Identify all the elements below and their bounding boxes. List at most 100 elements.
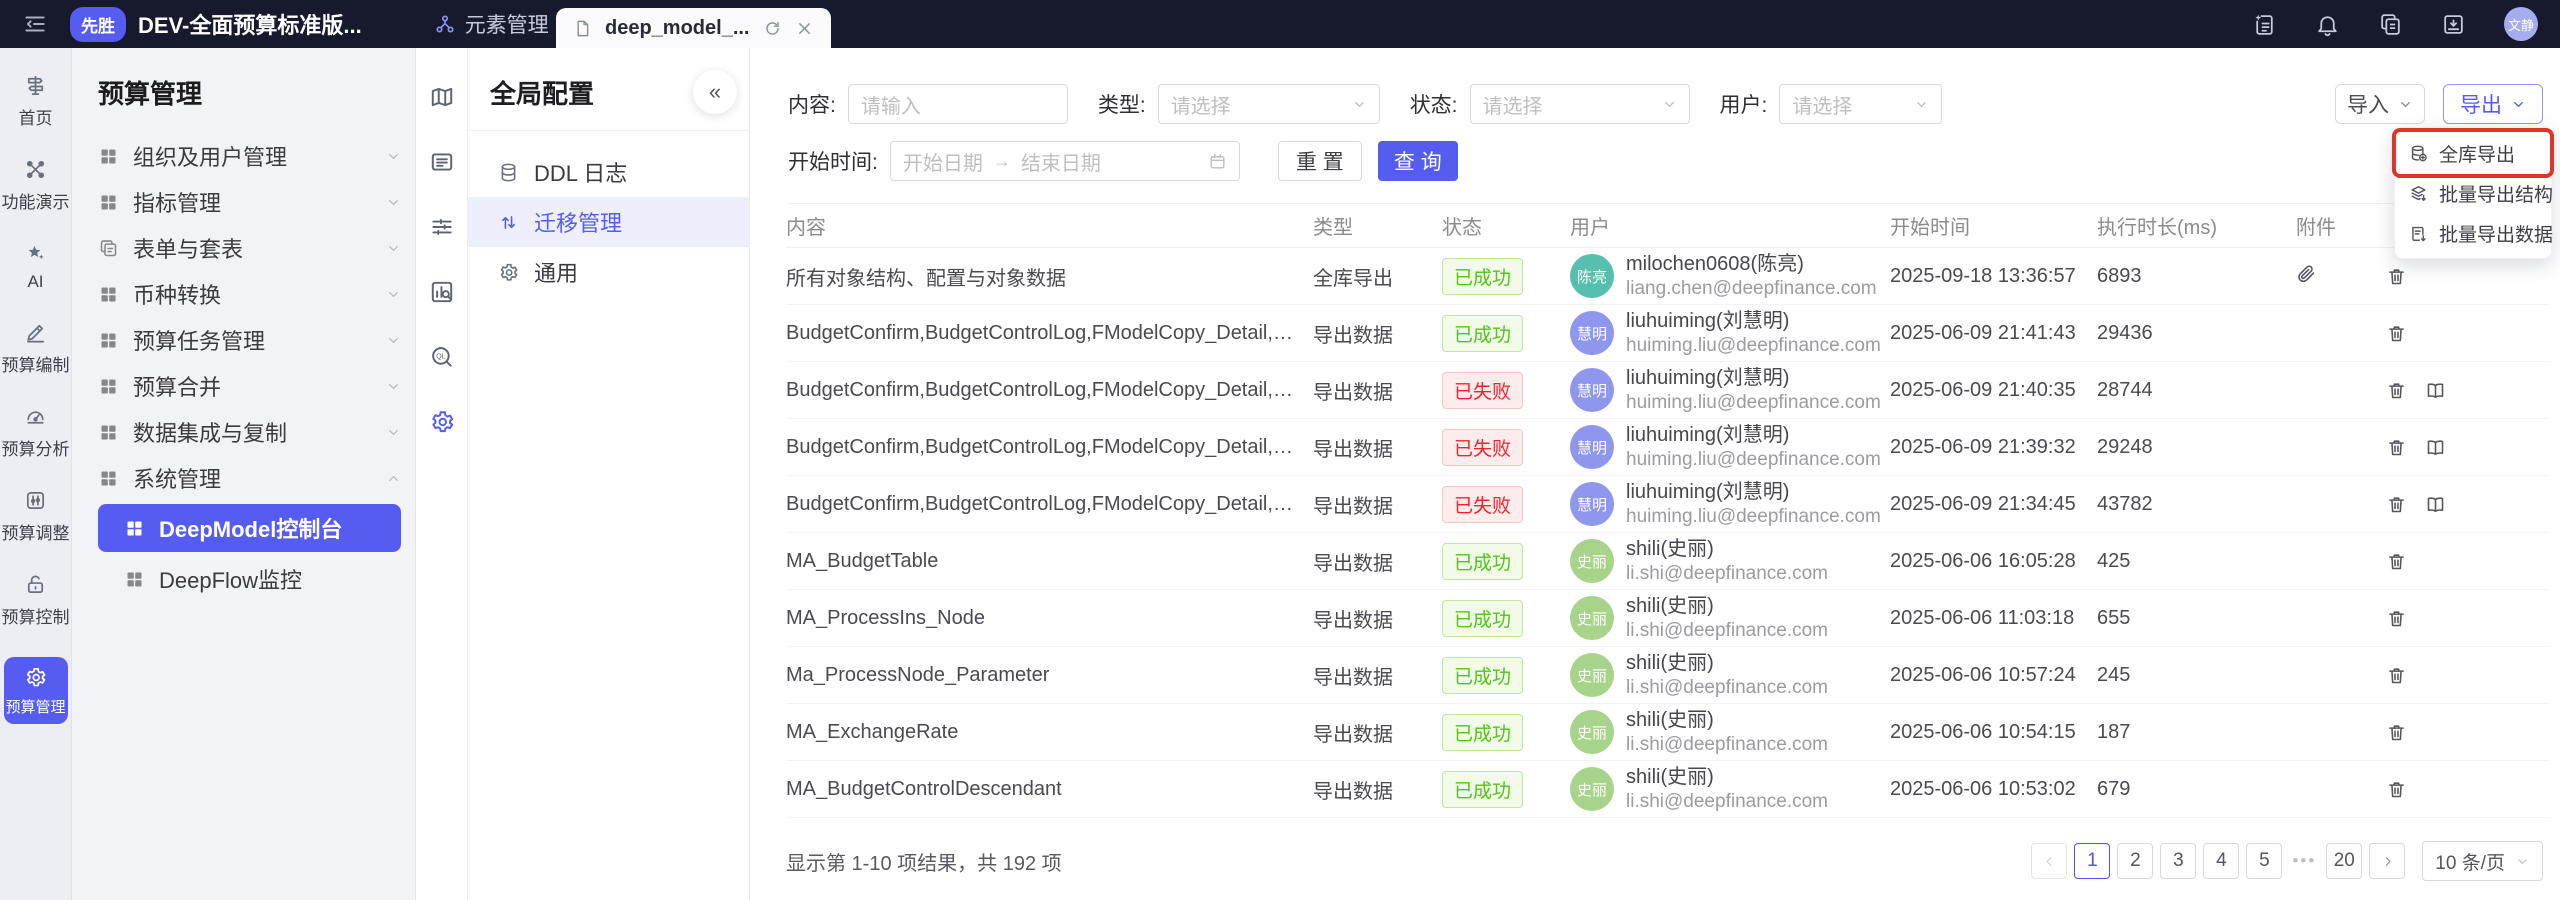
page-button-3[interactable]: 3 [2160, 843, 2196, 879]
rail-item-budget-manage[interactable]: 预算管理 [4, 657, 68, 724]
sidebar-item-indicators[interactable]: 指标管理 [98, 179, 401, 225]
user-avatar[interactable]: 文静 [2504, 7, 2538, 41]
trash-icon[interactable] [2386, 779, 2407, 800]
log-book-icon[interactable] [2425, 494, 2446, 515]
trash-icon[interactable] [2386, 551, 2407, 572]
panel-item-ddl-log[interactable]: DDL 日志 [468, 147, 749, 197]
grid-icon [98, 376, 119, 397]
dropdown-item-full-export[interactable]: 全库导出 [2395, 133, 2551, 173]
avatar: 史丽 [1570, 653, 1614, 697]
nav-item-element-management[interactable]: 元素管理 [434, 9, 549, 39]
type-filter-select[interactable]: 请选择 [1158, 84, 1380, 124]
user-filter-select[interactable]: 请选择 [1779, 84, 1942, 124]
grid-icon [98, 422, 119, 443]
ql-search-icon[interactable]: QL [429, 344, 455, 370]
inbox-download-icon[interactable] [2441, 12, 2466, 37]
rail-item-feature-demo[interactable]: 功能演示 [2, 158, 70, 213]
paperclip-icon[interactable] [2296, 263, 2317, 284]
cell-type: 全库导出 [1313, 262, 1442, 291]
status-filter-select[interactable]: 请选择 [1470, 84, 1690, 124]
sidebar-item-system[interactable]: 系统管理 [98, 455, 401, 501]
import-button[interactable]: 导入 [2335, 84, 2425, 124]
trash-icon[interactable] [2386, 380, 2407, 401]
cell-type: 导出数据 [1313, 718, 1442, 747]
bell-icon[interactable] [2315, 12, 2340, 37]
prev-page-button[interactable] [2031, 843, 2067, 879]
panel-item-migration[interactable]: 迁移管理 [468, 197, 749, 247]
sidebar-item-org-users[interactable]: 组织及用户管理 [98, 133, 401, 179]
list-card-icon[interactable] [429, 149, 455, 175]
ai-notes-icon[interactable] [2252, 12, 2277, 37]
rail-item-budget-control[interactable]: 预算控制 [2, 573, 70, 628]
sidebar-item-forms[interactable]: 表单与套表 [98, 225, 401, 271]
cell-type: 导出数据 [1313, 547, 1442, 576]
content-filter-input[interactable]: 请输入 [848, 84, 1068, 124]
dropdown-item-batch-export-data[interactable]: 批量导出数据 [2395, 213, 2551, 253]
rail-item-home[interactable]: 首页 [19, 74, 53, 129]
rail-item-budget-analysis[interactable]: 预算分析 [2, 405, 70, 460]
cell-operations [2386, 665, 2547, 686]
sidebar-item-budget-tasks[interactable]: 预算任务管理 [98, 317, 401, 363]
gear-icon[interactable] [429, 409, 455, 435]
page-button-1[interactable]: 1 [2074, 843, 2110, 879]
trash-icon[interactable] [2386, 494, 2407, 515]
log-book-icon[interactable] [2425, 380, 2446, 401]
cell-user: 慧明liuhuiming(刘慧明)huiming.liu@deepfinance… [1570, 423, 1890, 472]
sidebar-item-deepmodel-console[interactable]: DeepModel控制台 [98, 504, 401, 552]
log-book-icon[interactable] [2425, 437, 2446, 458]
page-button-4[interactable]: 4 [2203, 843, 2239, 879]
next-page-button[interactable] [2369, 843, 2405, 879]
dropdown-item-batch-export-structure[interactable]: 批量导出结构 [2395, 173, 2551, 213]
cell-duration: 43782 [2097, 493, 2296, 516]
sidebar-title: 预算管理 [98, 74, 401, 111]
refresh-icon[interactable] [763, 19, 782, 38]
pages-ellipsis: ••• [2289, 851, 2319, 871]
cell-content: BudgetConfirm,BudgetControlLog,FModelCop… [786, 322, 1313, 345]
sidebar-item-label: 数据集成与复制 [133, 416, 287, 448]
user-info: shili(史丽)li.shi@deepfinance.com [1626, 708, 1828, 757]
rail-item-budget-adjust[interactable]: 预算调整 [2, 489, 70, 544]
tab-deep-model[interactable]: deep_model_... [556, 8, 831, 48]
cell-start-time: 2025-09-18 13:36:57 [1890, 265, 2097, 288]
type-filter-label: 类型: [1098, 89, 1146, 119]
cell-status: 已成功 [1442, 258, 1570, 295]
table-row: MA_BudgetControlDescendant导出数据已成功史丽shili… [786, 761, 2547, 818]
trash-icon[interactable] [2386, 665, 2407, 686]
module-rail: 首页功能演示 AI 预算编制预算分析预算调整预算控制预算管理 [0, 48, 72, 900]
collapse-panel-button[interactable]: « [693, 70, 737, 114]
chart-search-icon[interactable] [429, 279, 455, 305]
app-title[interactable]: DEV-全面预算标准版... [138, 8, 362, 40]
panel-item-general[interactable]: 通用 [468, 247, 749, 297]
collapse-menu-icon[interactable] [22, 11, 48, 37]
chevron-left-icon [2042, 854, 2057, 869]
user-name: shili(史丽) [1626, 765, 1828, 790]
page-button-20[interactable]: 20 [2326, 843, 2362, 879]
close-icon[interactable] [795, 19, 814, 38]
sliders-h-icon[interactable] [429, 214, 455, 240]
map-icon[interactable] [429, 84, 455, 110]
page-button-2[interactable]: 2 [2117, 843, 2153, 879]
trash-icon[interactable] [2386, 608, 2407, 629]
sidebar-item-data-integration[interactable]: 数据集成与复制 [98, 409, 401, 455]
trash-icon[interactable] [2386, 437, 2407, 458]
trash-icon[interactable] [2386, 266, 2407, 287]
reset-button[interactable]: 重 置 [1278, 141, 1362, 181]
copy-docs-icon[interactable] [2378, 12, 2403, 37]
chevron-down-icon [1662, 97, 1677, 112]
trash-icon[interactable] [2386, 323, 2407, 344]
rail-item-budget-editing[interactable]: 预算编制 [2, 321, 70, 376]
page-size-select[interactable]: 10 条/页 [2422, 841, 2543, 881]
date-range-picker[interactable]: 开始日期 → 结束日期 [890, 141, 1240, 181]
export-button[interactable]: 导出 [2443, 84, 2543, 124]
search-button[interactable]: 查 询 [1378, 141, 1458, 181]
trash-icon[interactable] [2386, 722, 2407, 743]
sidebar-item-currency[interactable]: 币种转换 [98, 271, 401, 317]
rail-item-ai[interactable]: AI [24, 242, 47, 292]
sidebar-item-budget-merge[interactable]: 预算合并 [98, 363, 401, 409]
user-cell: 慧明liuhuiming(刘慧明)huiming.liu@deepfinance… [1570, 480, 1876, 529]
sidebar-item-deepflow-monitor[interactable]: DeepFlow监控 [98, 555, 401, 603]
env-badge: 先胜 [70, 7, 126, 42]
cell-user: 慧明liuhuiming(刘慧明)huiming.liu@deepfinance… [1570, 366, 1890, 415]
status-badge: 已成功 [1442, 657, 1523, 694]
page-button-5[interactable]: 5 [2246, 843, 2282, 879]
